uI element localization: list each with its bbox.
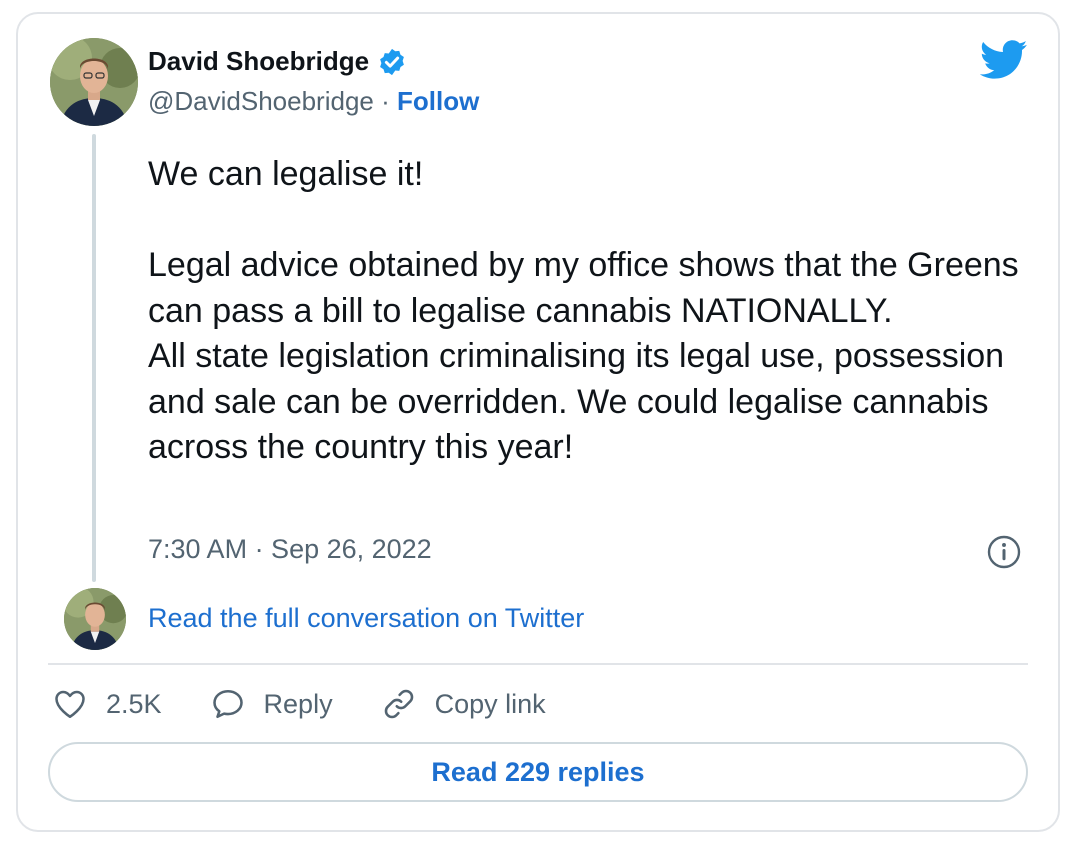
divider bbox=[48, 663, 1028, 665]
thread-connector-line bbox=[92, 134, 96, 582]
author-name-row: David Shoebridge bbox=[148, 46, 407, 77]
reply-button[interactable]: Reply bbox=[210, 686, 333, 722]
author-name[interactable]: David Shoebridge bbox=[148, 46, 369, 77]
read-replies-button[interactable]: Read 229 replies bbox=[48, 742, 1028, 802]
follow-link[interactable]: Follow bbox=[397, 86, 479, 116]
twitter-bird-icon[interactable] bbox=[980, 40, 1028, 80]
speech-bubble-icon bbox=[212, 689, 243, 719]
verified-badge-icon bbox=[380, 48, 404, 75]
author-handle-row: @DavidShoebridge · Follow bbox=[148, 86, 479, 117]
read-replies-label: Read 229 replies bbox=[431, 756, 645, 787]
read-conversation-link[interactable]: Read the full conversation on Twitter bbox=[148, 603, 584, 634]
link-icon bbox=[384, 689, 413, 719]
author-handle[interactable]: @DavidShoebridge bbox=[148, 86, 374, 116]
handle-separator: · bbox=[381, 86, 390, 116]
heart-icon bbox=[55, 690, 85, 719]
like-button[interactable]: 2.5K bbox=[52, 686, 162, 722]
action-bar: 2.5K Reply Copy link bbox=[52, 686, 594, 722]
conversation-avatar[interactable] bbox=[64, 588, 126, 650]
tweet-timestamp[interactable]: 7:30 AM · Sep 26, 2022 bbox=[148, 534, 432, 565]
author-avatar[interactable] bbox=[50, 38, 138, 126]
reply-label: Reply bbox=[263, 688, 333, 719]
tweet-embed-card: David Shoebridge @DavidShoebridge · Foll… bbox=[16, 12, 1060, 832]
copy-link-button[interactable]: Copy link bbox=[381, 686, 546, 722]
info-icon[interactable] bbox=[986, 534, 1022, 570]
like-count: 2.5K bbox=[106, 688, 162, 719]
copy-link-label: Copy link bbox=[434, 688, 546, 719]
tweet-body: We can legalise it! Legal advice obtaine… bbox=[148, 155, 1019, 466]
